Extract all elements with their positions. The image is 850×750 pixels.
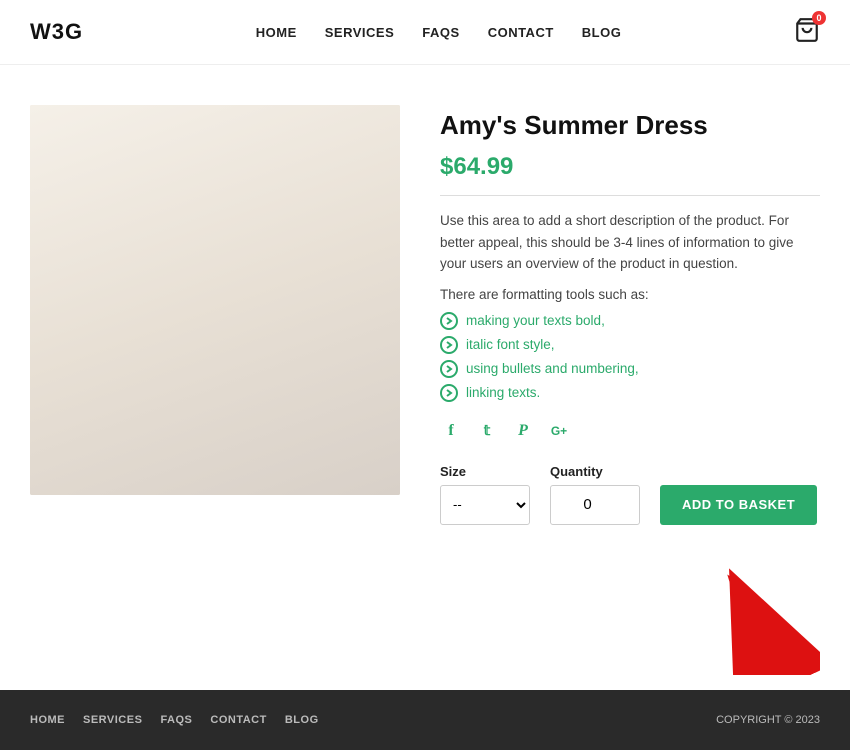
feature-text: using bullets and numbering, [466, 361, 639, 376]
chevron-icon [440, 384, 458, 402]
footer-nav-contact[interactable]: CONTACT [210, 714, 266, 726]
arrow-svg [720, 565, 820, 675]
feature-item: making your texts bold, [440, 312, 820, 330]
chevron-icon [440, 336, 458, 354]
features-intro: There are formatting tools such as: [440, 287, 820, 302]
quantity-label: Quantity [550, 464, 640, 479]
feature-item: italic font style, [440, 336, 820, 354]
quantity-input[interactable] [550, 485, 640, 525]
product-title: Amy's Summer Dress [440, 110, 820, 141]
site-header: W3G HOME SERVICES FAQS CONTACT BLOG 0 [0, 0, 850, 65]
footer-nav-home[interactable]: HOME [30, 714, 65, 726]
main-nav: HOME SERVICES FAQS CONTACT BLOG [256, 25, 622, 40]
nav-contact[interactable]: CONTACT [488, 25, 554, 40]
feature-item: using bullets and numbering, [440, 360, 820, 378]
size-label: Size [440, 464, 530, 479]
features-list: making your texts bold, italic font styl… [440, 312, 820, 402]
pinterest-icon[interactable]: P [512, 420, 534, 442]
nav-services[interactable]: SERVICES [325, 25, 395, 40]
footer-nav-faqs[interactable]: FAQS [160, 714, 192, 726]
nav-blog[interactable]: BLOG [582, 25, 622, 40]
product-image [30, 105, 400, 495]
twitter-icon[interactable]: 𝕥 [476, 420, 498, 442]
add-to-basket-button[interactable]: ADD TO BASKET [660, 485, 817, 525]
feature-item: linking texts. [440, 384, 820, 402]
scene-bg [30, 105, 400, 495]
feature-text: italic font style, [466, 337, 555, 352]
quantity-field-group: Quantity [550, 464, 640, 525]
cart-badge: 0 [812, 11, 826, 25]
size-field-group: Size -- XS S M L XL XXL [440, 464, 530, 525]
google-plus-icon[interactable]: G+ [548, 420, 570, 442]
arrow-annotation [720, 570, 820, 670]
header-icons: 0 [794, 17, 820, 48]
main-content: Amy's Summer Dress $64.99 Use this area … [0, 65, 850, 575]
nav-faqs[interactable]: FAQS [422, 25, 459, 40]
nav-home[interactable]: HOME [256, 25, 297, 40]
feature-text: making your texts bold, [466, 313, 605, 328]
chevron-icon [440, 312, 458, 330]
footer-copyright: COPYRIGHT © 2023 [716, 714, 820, 726]
site-logo: W3G [30, 19, 83, 45]
size-select[interactable]: -- XS S M L XL XXL [440, 485, 530, 525]
footer-nav: HOME SERVICES FAQS CONTACT BLOG [30, 714, 319, 726]
facebook-icon[interactable]: f [440, 420, 462, 442]
feature-text: linking texts. [466, 385, 540, 400]
site-footer: HOME SERVICES FAQS CONTACT BLOG COPYRIGH… [0, 690, 850, 750]
footer-nav-services[interactable]: SERVICES [83, 714, 142, 726]
swing-scene [30, 105, 400, 495]
product-info: Amy's Summer Dress $64.99 Use this area … [440, 105, 820, 545]
chevron-icon [440, 360, 458, 378]
footer-nav-blog[interactable]: BLOG [285, 714, 319, 726]
product-description: Use this area to add a short description… [440, 210, 820, 275]
cart-button[interactable]: 0 [794, 17, 820, 48]
product-price: $64.99 [440, 153, 820, 196]
social-icons: f 𝕥 P G+ [440, 420, 820, 442]
purchase-row: Size -- XS S M L XL XXL Quantity ADD TO … [440, 464, 820, 525]
